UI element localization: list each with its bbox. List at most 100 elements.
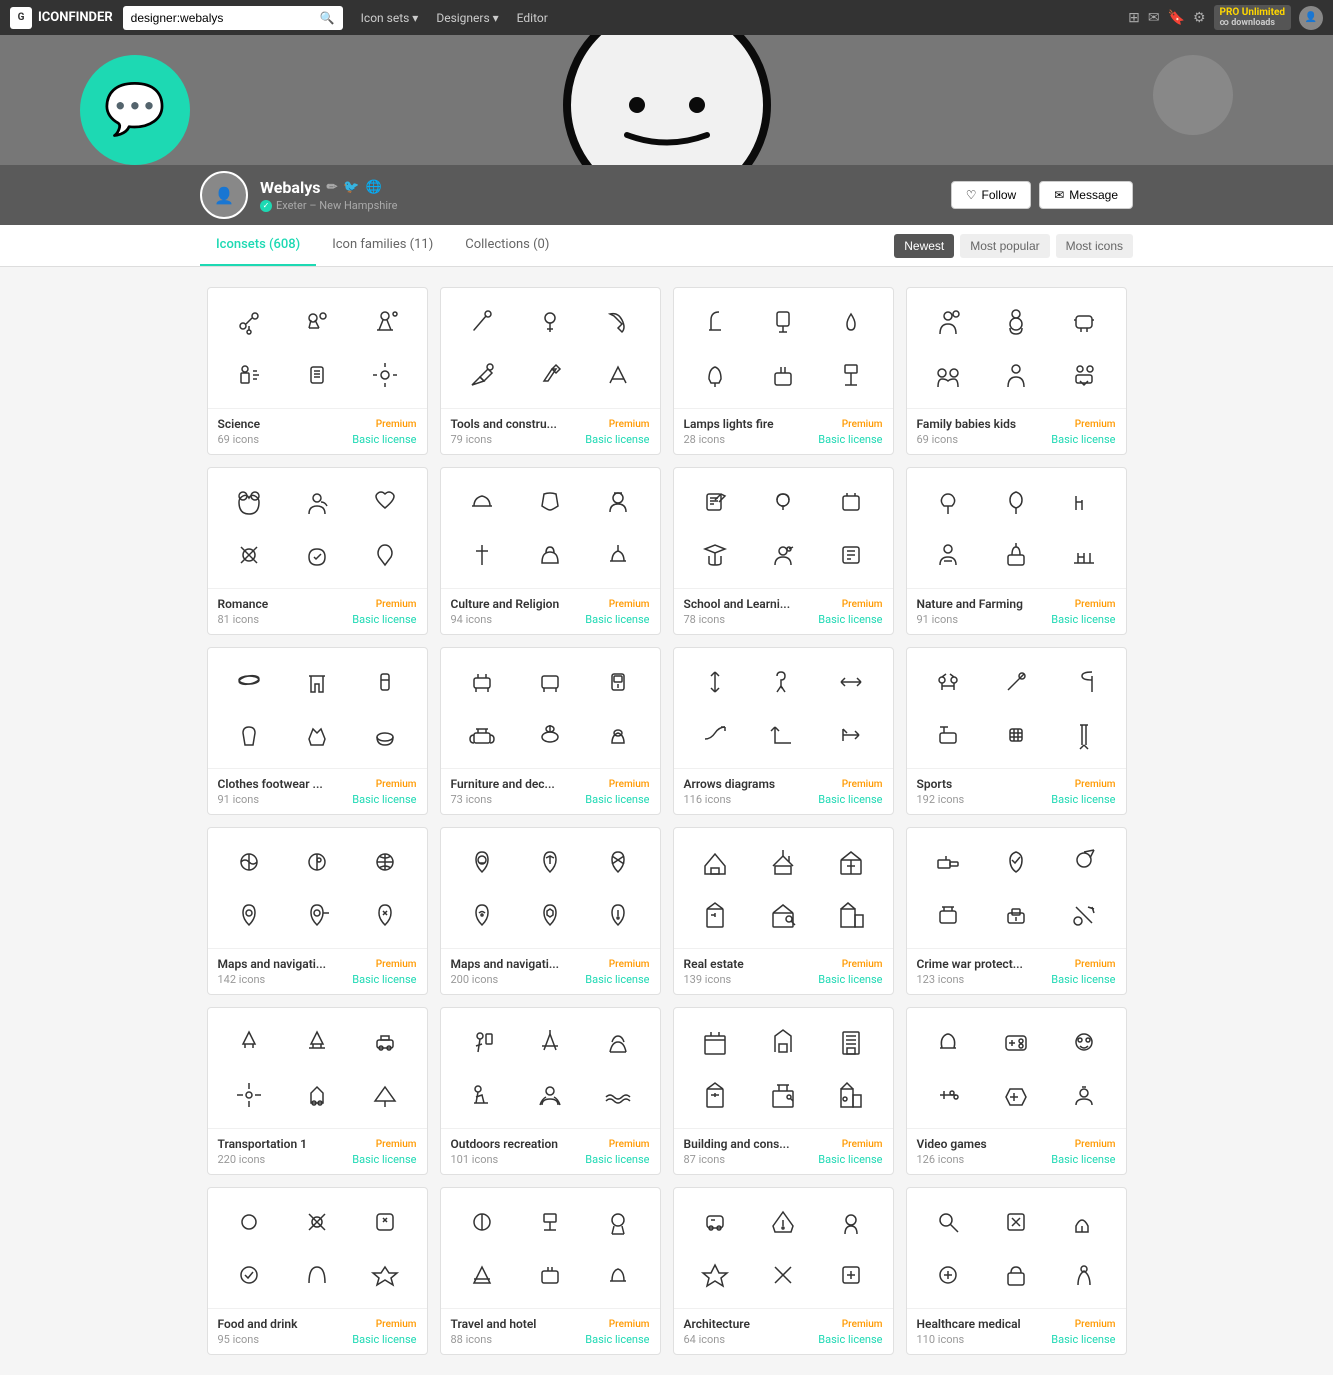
card-license: Basic license bbox=[585, 433, 649, 446]
card-count: 126 icons bbox=[917, 1153, 965, 1166]
card-license: Basic license bbox=[585, 1153, 649, 1166]
card-title: Outdoors recreation bbox=[451, 1137, 558, 1151]
card-crime[interactable]: Crime war protect... Premium 123 icons B… bbox=[906, 827, 1127, 995]
tab-iconsets[interactable]: Iconsets (608) bbox=[200, 225, 316, 266]
card-school[interactable]: School and Learni... Premium 78 icons Ba… bbox=[673, 467, 894, 635]
search-bar[interactable]: 🔍 bbox=[123, 6, 343, 30]
message-button[interactable]: ✉ Message bbox=[1039, 181, 1133, 209]
card-count: 116 icons bbox=[684, 793, 732, 806]
profile-banner: 💬 bbox=[0, 35, 1333, 165]
card-license: Basic license bbox=[352, 1153, 416, 1166]
card-lamps[interactable]: Lamps lights fire Premium 28 icons Basic… bbox=[673, 287, 894, 455]
card-tools[interactable]: Tools and constru... Premium 79 icons Ba… bbox=[440, 287, 661, 455]
card-badge: Premium bbox=[609, 419, 650, 430]
search-input[interactable] bbox=[131, 11, 320, 25]
card-badge: Premium bbox=[1075, 599, 1116, 610]
heart-icon: ♡ bbox=[966, 188, 977, 202]
sort-popular[interactable]: Most popular bbox=[960, 234, 1049, 258]
card-nature[interactable]: Nature and Farming Premium 91 icons Basi… bbox=[906, 467, 1127, 635]
nav-editor[interactable]: Editor bbox=[509, 7, 556, 29]
card-family[interactable]: Family babies kids Premium 69 icons Basi… bbox=[906, 287, 1127, 455]
card-title: Healthcare medical bbox=[917, 1317, 1021, 1331]
card-maps1[interactable]: Maps and navigati... Premium 142 icons B… bbox=[207, 827, 428, 995]
tab-families[interactable]: Icon families (11) bbox=[316, 225, 449, 266]
card-culture[interactable]: Culture and Religion Premium 94 icons Ba… bbox=[440, 467, 661, 635]
card-videogames[interactable]: Video games Premium 126 icons Basic lice… bbox=[906, 1007, 1127, 1175]
card-count: 69 icons bbox=[917, 433, 959, 446]
card-furniture[interactable]: Furniture and dec... Premium 73 icons Ba… bbox=[440, 647, 661, 815]
card-title: Arrows diagrams bbox=[684, 777, 776, 791]
card-license: Basic license bbox=[352, 1333, 416, 1346]
card-count: 101 icons bbox=[451, 1153, 499, 1166]
card-arrows[interactable]: Arrows diagrams Premium 116 icons Basic … bbox=[673, 647, 894, 815]
card-extra4[interactable]: Healthcare medical Premium 110 icons Bas… bbox=[906, 1187, 1127, 1355]
card-count: 200 icons bbox=[451, 973, 499, 986]
card-badge: Premium bbox=[609, 779, 650, 790]
card-license: Basic license bbox=[1051, 613, 1115, 626]
card-extra2[interactable]: Travel and hotel Premium 88 icons Basic … bbox=[440, 1187, 661, 1355]
card-badge: Premium bbox=[376, 779, 417, 790]
twitter-icon[interactable]: 🐦 bbox=[343, 180, 359, 195]
grid-icon[interactable]: ⊞ bbox=[1128, 10, 1140, 26]
card-building[interactable]: Building and cons... Premium 87 icons Ba… bbox=[673, 1007, 894, 1175]
card-badge: Premium bbox=[376, 1319, 417, 1330]
card-badge: Premium bbox=[842, 779, 883, 790]
search-button[interactable]: 🔍 bbox=[320, 11, 335, 25]
card-count: 220 icons bbox=[218, 1153, 266, 1166]
card-license: Basic license bbox=[818, 433, 882, 446]
profile-info: Webalys ✏ 🐦 🌐 ✓ Exeter – New Hampshire bbox=[260, 178, 939, 212]
card-count: 69 icons bbox=[218, 433, 260, 446]
card-science[interactable]: Science Premium 69 icons Basic license bbox=[207, 287, 428, 455]
card-count: 79 icons bbox=[451, 433, 493, 446]
mail-icon[interactable]: ✉ bbox=[1148, 10, 1160, 26]
user-avatar[interactable]: 👤 bbox=[1299, 6, 1323, 30]
tab-collections[interactable]: Collections (0) bbox=[449, 225, 565, 266]
card-count: 64 icons bbox=[684, 1333, 726, 1346]
nav-links: Icon sets ▾ Designers ▾ Editor bbox=[353, 7, 556, 29]
tabs-right: Newest Most popular Most icons bbox=[894, 234, 1133, 258]
card-sports[interactable]: Sports Premium 192 icons Basic license bbox=[906, 647, 1127, 815]
sort-newest[interactable]: Newest bbox=[894, 234, 954, 258]
card-extra3[interactable]: Architecture Premium 64 icons Basic lice… bbox=[673, 1187, 894, 1355]
follow-button[interactable]: ♡ Follow bbox=[951, 181, 1031, 209]
card-license: Basic license bbox=[585, 613, 649, 626]
card-license: Basic license bbox=[352, 433, 416, 446]
card-license: Basic license bbox=[1051, 433, 1115, 446]
sort-most-icons[interactable]: Most icons bbox=[1056, 234, 1133, 258]
nav-designers[interactable]: Designers ▾ bbox=[428, 7, 506, 29]
edit-icon[interactable]: ✏ bbox=[326, 180, 337, 195]
verified-badge: ✓ bbox=[260, 200, 272, 212]
logo-emoji: 💬 bbox=[104, 81, 166, 139]
card-badge: Premium bbox=[376, 419, 417, 430]
card-title: Nature and Farming bbox=[917, 597, 1023, 611]
card-maps2[interactable]: Maps and navigati... Premium 200 icons B… bbox=[440, 827, 661, 995]
settings-icon[interactable]: ⚙ bbox=[1193, 10, 1206, 26]
card-badge: Premium bbox=[1075, 1139, 1116, 1150]
card-title: Building and cons... bbox=[684, 1137, 790, 1151]
card-badge: Premium bbox=[842, 419, 883, 430]
card-clothes[interactable]: Clothes footwear ... Premium 91 icons Ba… bbox=[207, 647, 428, 815]
card-license: Basic license bbox=[585, 973, 649, 986]
card-extra1[interactable]: Food and drink Premium 95 icons Basic li… bbox=[207, 1187, 428, 1355]
website-icon[interactable]: 🌐 bbox=[366, 180, 382, 195]
profile-actions: ♡ Follow ✉ Message bbox=[951, 181, 1133, 209]
card-title: Maps and navigati... bbox=[218, 957, 327, 971]
logo-text: ICONFINDER bbox=[38, 10, 113, 25]
brand-logo: 💬 bbox=[80, 55, 190, 165]
nav-iconsets[interactable]: Icon sets ▾ bbox=[353, 7, 427, 29]
card-outdoors[interactable]: Outdoors recreation Premium 101 icons Ba… bbox=[440, 1007, 661, 1175]
card-transportation[interactable]: Transportation 1 Premium 220 icons Basic… bbox=[207, 1007, 428, 1175]
card-badge: Premium bbox=[842, 1139, 883, 1150]
card-badge: Premium bbox=[842, 599, 883, 610]
card-badge: Premium bbox=[609, 1319, 650, 1330]
card-count: 192 icons bbox=[917, 793, 965, 806]
card-romance[interactable]: Romance Premium 81 icons Basic license bbox=[207, 467, 428, 635]
logo-icon: G bbox=[10, 7, 32, 29]
card-license: Basic license bbox=[352, 973, 416, 986]
card-realestate[interactable]: Real estate Premium 139 icons Basic lice… bbox=[673, 827, 894, 995]
logo[interactable]: G ICONFINDER bbox=[10, 7, 113, 29]
bookmark-icon[interactable]: 🔖 bbox=[1168, 10, 1185, 26]
username-text: Webalys bbox=[260, 178, 320, 197]
card-title: Science bbox=[218, 417, 261, 431]
card-license: Basic license bbox=[818, 1333, 882, 1346]
